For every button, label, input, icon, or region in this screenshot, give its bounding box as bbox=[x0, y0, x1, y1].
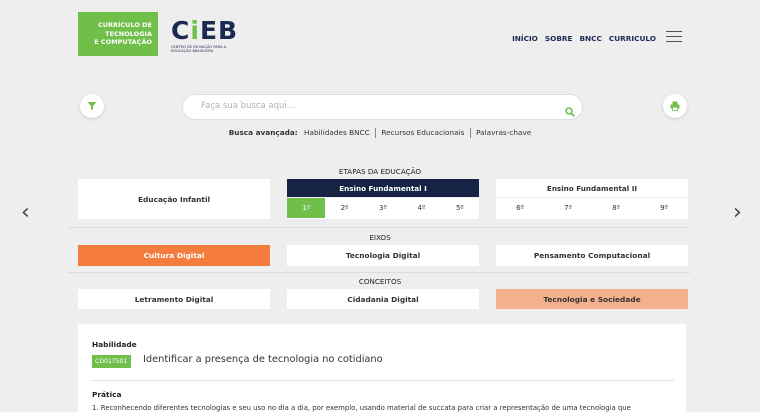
stage-fundamental-2-years: 6º 7º 8º 9º bbox=[496, 197, 688, 218]
site-header: CURRÍCULO DE TECNOLOGIA E COMPUTAÇÃO CiE… bbox=[0, 0, 760, 74]
chevron-left-icon[interactable]: ‹ bbox=[21, 202, 30, 224]
advanced-search-label: Busca avançada: bbox=[228, 128, 298, 137]
year-7[interactable]: 7º bbox=[544, 198, 592, 218]
year-4[interactable]: 4º bbox=[402, 198, 440, 218]
divider bbox=[68, 227, 690, 228]
habilidade-panel: Habilidade CD01TS01 Identificar a presen… bbox=[78, 324, 686, 412]
search-bar bbox=[182, 94, 583, 120]
habilidade-text: Identificar a presença de tecnologia no … bbox=[143, 354, 383, 365]
year-8[interactable]: 8º bbox=[592, 198, 640, 218]
divider bbox=[92, 380, 674, 381]
eixo-cultura-digital[interactable]: Cultura Digital bbox=[78, 245, 270, 266]
stage-fundamental-2: Ensino Fundamental II 6º 7º 8º 9º bbox=[496, 179, 688, 219]
advanced-link-recursos[interactable]: Recursos Educacionais bbox=[381, 128, 464, 137]
conceito-tecnologia-sociedade[interactable]: Tecnologia e Sociedade bbox=[496, 289, 688, 309]
year-1[interactable]: 1º bbox=[287, 198, 326, 218]
search-input[interactable] bbox=[201, 101, 501, 111]
year-3[interactable]: 3º bbox=[364, 198, 402, 218]
etapas-title: ETAPAS DA EDUCAÇÃO bbox=[338, 167, 422, 176]
year-2[interactable]: 2º bbox=[325, 198, 363, 218]
search-icon[interactable] bbox=[565, 102, 575, 121]
advanced-link-palavras[interactable]: Palavras-chave bbox=[476, 128, 531, 137]
cieb-logo-mark: CiEB bbox=[171, 16, 239, 45]
eixo-tecnologia-digital[interactable]: Tecnologia Digital bbox=[287, 245, 479, 266]
habilidade-label: Habilidade bbox=[92, 340, 137, 349]
advanced-search: Busca avançada: Habilidades BNCC Recurso… bbox=[0, 128, 760, 138]
nav-sobre[interactable]: SOBRE bbox=[545, 34, 573, 43]
curriculum-brand-badge[interactable]: CURRÍCULO DE TECNOLOGIA E COMPUTAÇÃO bbox=[78, 12, 158, 56]
eixos-title: EIXOS bbox=[369, 233, 391, 242]
print-button[interactable] bbox=[663, 94, 687, 118]
stage-fundamental-2-title[interactable]: Ensino Fundamental II bbox=[496, 179, 688, 197]
pratica-text: 1. Reconhecendo diferentes tecnologias e… bbox=[92, 404, 631, 412]
hamburger-icon[interactable] bbox=[666, 31, 682, 42]
nav-inicio[interactable]: INÍCIO bbox=[512, 34, 538, 43]
conceitos-title: CONCEITOS bbox=[358, 277, 402, 286]
habilidade-code-badge: CD01TS01 bbox=[92, 355, 131, 368]
stage-fundamental-1-years: 1º 2º 3º 4º 5º bbox=[287, 197, 479, 218]
year-5[interactable]: 5º bbox=[441, 198, 479, 218]
filter-icon bbox=[87, 102, 97, 110]
conceito-letramento-digital[interactable]: Letramento Digital bbox=[78, 289, 270, 309]
pratica-label: Prática bbox=[92, 390, 122, 399]
stage-fundamental-1: Ensino Fundamental I 1º 2º 3º 4º 5º bbox=[287, 179, 479, 219]
stage-fundamental-1-title[interactable]: Ensino Fundamental I bbox=[287, 179, 479, 197]
stage-educacao-infantil[interactable]: Educação Infantil bbox=[78, 179, 270, 219]
chevron-right-icon[interactable]: › bbox=[733, 202, 742, 224]
conceito-cidadania-digital[interactable]: Cidadania Digital bbox=[287, 289, 479, 309]
year-9[interactable]: 9º bbox=[640, 198, 688, 218]
brand-line-1: CURRÍCULO DE bbox=[97, 21, 152, 29]
advanced-link-habilidades[interactable]: Habilidades BNCC bbox=[304, 128, 370, 137]
brand-line-2: TECNOLOGIA bbox=[105, 29, 152, 38]
print-icon bbox=[670, 101, 680, 111]
eixo-pensamento-computacional[interactable]: Pensamento Computacional bbox=[496, 245, 688, 266]
brand-line-3: E COMPUTAÇÃO bbox=[94, 38, 152, 46]
cieb-logo-subtitle: CENTRO DE INOVAÇÃO PARA A EDUCAÇÃO BRASI… bbox=[171, 45, 227, 54]
nav-curriculo[interactable]: CURRICULO bbox=[609, 34, 656, 43]
main-nav: INÍCIO SOBRE BNCC CURRICULO bbox=[512, 34, 656, 43]
divider bbox=[68, 272, 690, 273]
filter-button[interactable] bbox=[80, 94, 104, 118]
year-6[interactable]: 6º bbox=[496, 198, 544, 218]
nav-bncc[interactable]: BNCC bbox=[580, 34, 602, 43]
cieb-logo[interactable]: CiEB CENTRO DE INOVAÇÃO PARA A EDUCAÇÃO … bbox=[171, 18, 241, 53]
